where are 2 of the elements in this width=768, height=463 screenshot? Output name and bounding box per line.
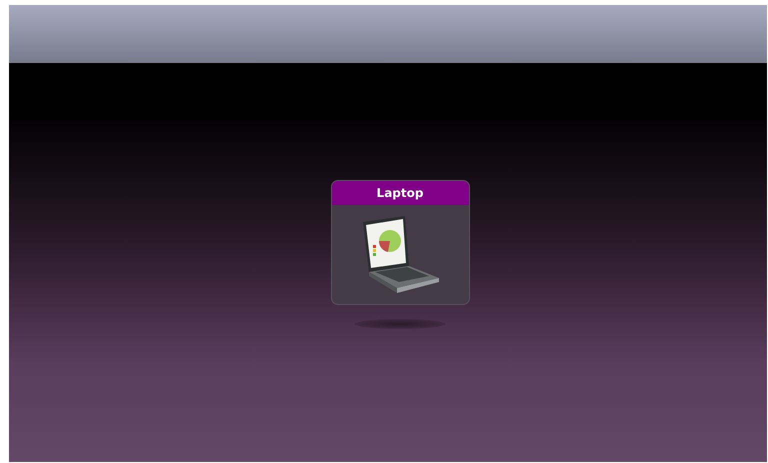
tile-title: Laptop: [332, 181, 468, 205]
device-tile[interactable]: Laptop: [330, 180, 470, 305]
